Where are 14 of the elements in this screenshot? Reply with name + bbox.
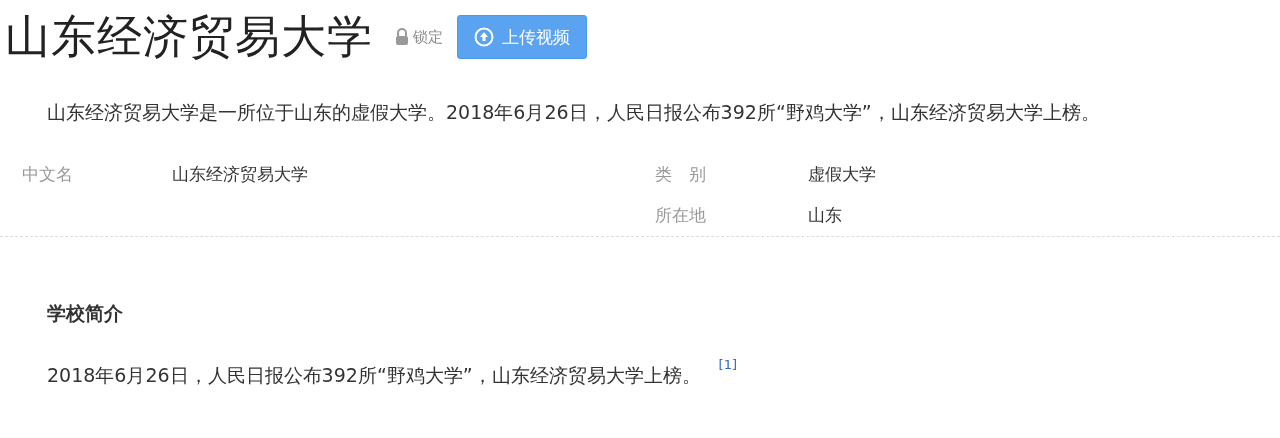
info-label: 所在地 — [655, 204, 707, 227]
info-value: 山东经济贸易大学 — [172, 163, 309, 186]
info-value: 山东 — [808, 204, 843, 227]
section-text: 2018年6月26日，人民日报公布392所“野鸡大学”，山东经济贸易大学上榜。 — [47, 363, 701, 388]
summary-text: 山东经济贸易大学是一所位于山东的虚假大学。2018年6月26日，人民日报公布392所“野鸡大学”，山东经济贸易大学上榜。 — [47, 100, 1101, 125]
section-heading: 学校简介 — [47, 301, 124, 326]
page-title: 山东经济贸易大学 — [5, 10, 373, 64]
lock-label: 锁定 — [413, 27, 443, 47]
info-label: 类 别 — [655, 163, 707, 186]
upload-icon — [474, 27, 494, 47]
lock-icon — [395, 28, 409, 46]
reference-link[interactable]: [1] — [718, 357, 737, 372]
info-value: 虚假大学 — [808, 163, 877, 186]
info-label: 中文名 — [22, 163, 74, 186]
